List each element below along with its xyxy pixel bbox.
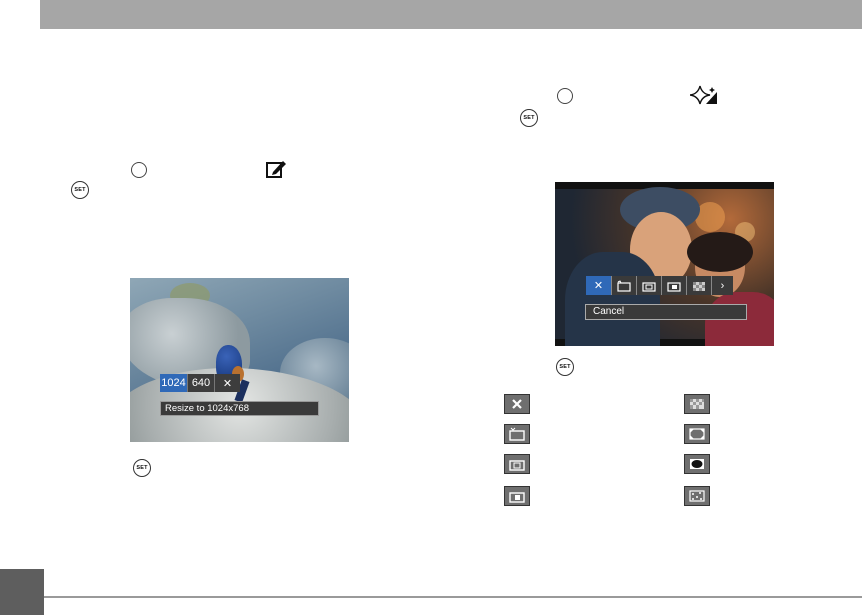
frame-2-icon xyxy=(642,281,656,292)
frame-2-icon xyxy=(504,454,530,474)
sparkle-effect-icon xyxy=(690,85,717,105)
footer-rule xyxy=(44,596,862,598)
effect-option-mosaic[interactable] xyxy=(686,276,711,295)
sparkle-frame-icon xyxy=(684,486,710,506)
effect-option-next[interactable]: › xyxy=(711,276,733,295)
sample-photo-people xyxy=(555,182,774,346)
sample-photo-bird xyxy=(130,278,349,442)
effect-caption: Cancel xyxy=(585,304,747,320)
frame-1-icon xyxy=(504,424,530,444)
vignette-icon xyxy=(684,454,710,474)
effect-option-frame-3[interactable] xyxy=(661,276,686,295)
set-button-icon: SET xyxy=(133,459,151,477)
frame-3-icon xyxy=(504,486,530,506)
page-tab xyxy=(0,569,44,615)
frame-corners-icon xyxy=(684,424,710,444)
mosaic-effect-icon xyxy=(684,394,710,414)
resize-option-cancel[interactable]: ✕ xyxy=(214,374,240,392)
effect-option-frame-1[interactable] xyxy=(611,276,636,295)
edit-resize-icon xyxy=(266,161,286,178)
resize-option-640[interactable]: 640 xyxy=(187,374,214,392)
set-button-icon: SET xyxy=(556,358,574,376)
frame-3-icon xyxy=(667,281,681,292)
resize-caption: Resize to 1024x768 xyxy=(160,401,319,416)
effect-option-frame-2[interactable] xyxy=(636,276,661,295)
cancel-effect-icon xyxy=(504,394,530,414)
dial-button-icon xyxy=(557,88,573,104)
header-bar xyxy=(40,0,862,29)
effect-option-cancel[interactable]: ✕ xyxy=(586,276,611,295)
resize-option-1024[interactable]: 1024 xyxy=(160,374,187,392)
resize-option-bar: 1024 640 ✕ xyxy=(160,374,240,392)
effect-option-bar: ✕ › xyxy=(586,276,733,295)
frame-1-icon xyxy=(617,279,631,292)
set-button-icon: SET xyxy=(71,181,89,199)
set-button-icon: SET xyxy=(520,109,538,127)
dial-button-icon xyxy=(131,162,147,178)
mosaic-effect-icon xyxy=(693,281,705,291)
